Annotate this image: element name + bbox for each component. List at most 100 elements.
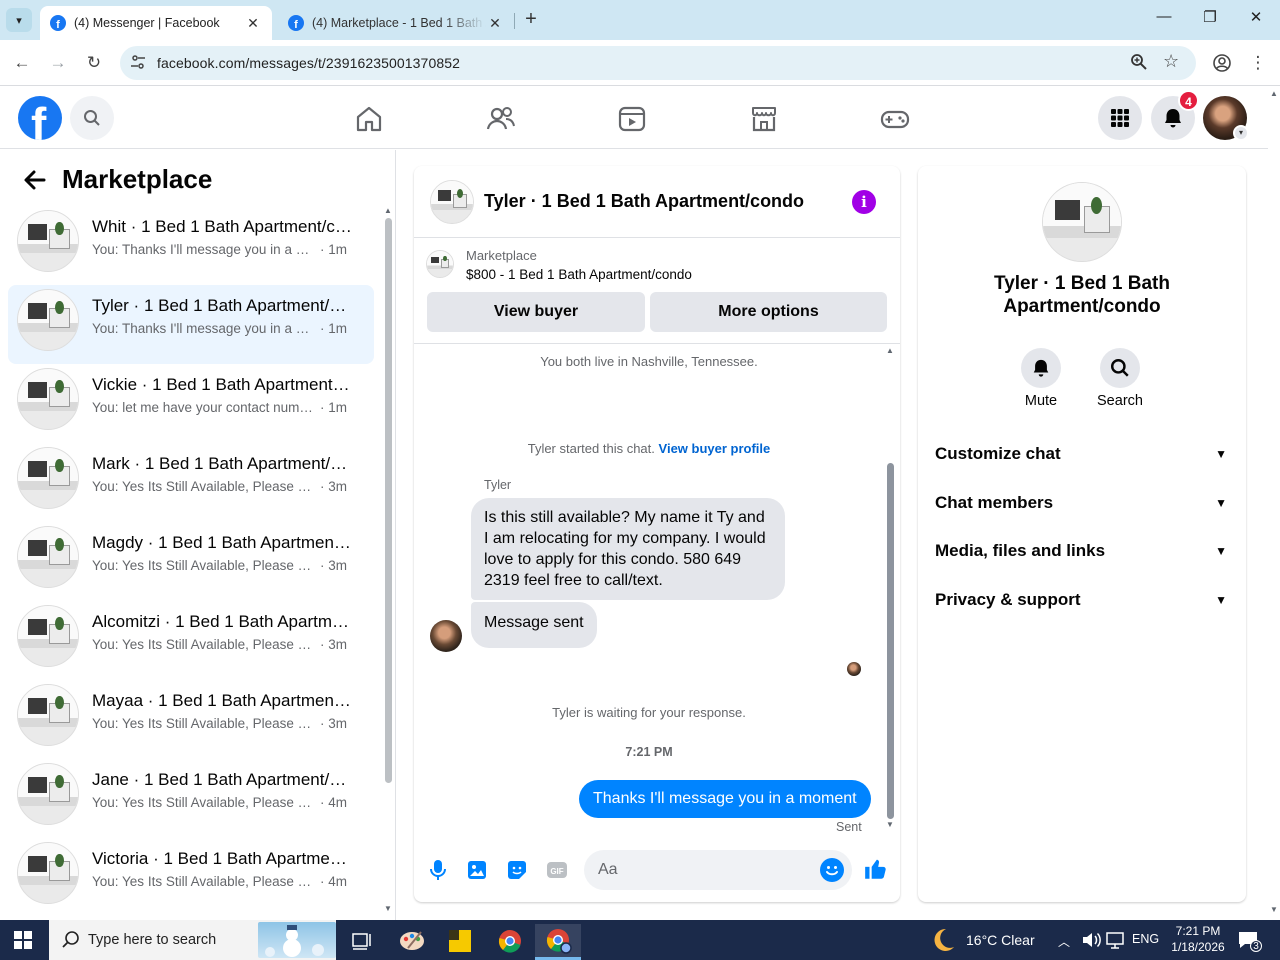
thread-scrollbar-thumb[interactable]	[887, 463, 894, 819]
minimize-icon[interactable]: —	[1152, 8, 1176, 32]
view-buyer-button[interactable]: View buyer	[427, 292, 645, 332]
privacy-support-row[interactable]: Privacy & support ▼	[935, 580, 1231, 620]
site-settings-icon[interactable]	[130, 54, 146, 73]
chat-title[interactable]: Tyler · 1 Bed 1 Bath Apartment/condo	[484, 191, 804, 212]
search-icon[interactable]	[70, 96, 114, 140]
weather-moon-icon[interactable]	[928, 925, 958, 955]
profile-icon[interactable]	[1209, 50, 1235, 76]
conversation-name: Magdy · 1 Bed 1 Bath Apartment/condo	[92, 533, 352, 552]
restore-icon[interactable]: ❐	[1198, 8, 1222, 32]
chat-members-row[interactable]: Chat members ▼	[935, 483, 1231, 523]
conversation-item[interactable]: Mark · 1 Bed 1 Bath Apartment/condo You:…	[8, 443, 374, 522]
conversation-item[interactable]: Magdy · 1 Bed 1 Bath Apartment/condo You…	[8, 522, 374, 601]
scroll-down-icon[interactable]: ▼	[1270, 905, 1278, 914]
info-icon[interactable]: i	[852, 190, 876, 214]
customize-chat-row[interactable]: Customize chat ▼	[935, 434, 1231, 474]
scroll-up-icon[interactable]: ▲	[384, 206, 392, 215]
scroll-up-icon[interactable]: ▲	[1270, 89, 1278, 98]
conversation-item-selected[interactable]: Tyler · 1 Bed 1 Bath Apartment/condo You…	[8, 285, 374, 364]
weather-text[interactable]: 16°C Clear	[966, 932, 1035, 948]
bell-icon[interactable]	[1021, 348, 1061, 388]
conversation-item[interactable]: Mayaa · 1 Bed 1 Bath Apartment/condo You…	[8, 680, 374, 759]
account-caret-icon[interactable]: ▾	[1233, 125, 1249, 141]
tray-overflow-chevron-icon[interactable]: ︿	[1058, 933, 1070, 950]
network-icon[interactable]	[1104, 929, 1126, 951]
clock-date: 1/18/2026	[1171, 940, 1225, 954]
conversation-time: · 3m	[320, 716, 347, 731]
conversation-preview: You: Yes Its Still Available, Please Sen…	[92, 479, 314, 494]
back-icon[interactable]: ←	[9, 50, 35, 76]
search-icon[interactable]	[1100, 348, 1140, 388]
reload-icon[interactable]: ↻	[81, 50, 107, 76]
browser-tab-bar: ▾ f (4) Messenger | Facebook ✕ f (4) Mar…	[0, 0, 1280, 40]
windows-start-icon[interactable]	[14, 931, 32, 949]
chrome-profile-active-window[interactable]	[535, 924, 581, 960]
emoji-icon[interactable]	[820, 858, 844, 882]
conversation-name: Jane · 1 Bed 1 Bath Apartment/condo	[92, 770, 352, 789]
microphone-icon[interactable]	[426, 858, 450, 882]
more-options-button[interactable]: More options	[650, 292, 887, 332]
mute-button[interactable]: Mute	[1011, 348, 1071, 409]
thumbs-up-icon[interactable]	[863, 856, 889, 882]
zoom-icon[interactable]	[1130, 53, 1148, 76]
task-view-icon[interactable]	[342, 926, 380, 956]
marketplace-icon[interactable]	[749, 104, 779, 134]
tab-marketplace[interactable]: f (4) Marketplace - 1 Bed 1 Bath Apartme…	[278, 6, 514, 40]
paint-app-icon[interactable]	[393, 926, 431, 956]
sticker-icon[interactable]	[505, 858, 529, 882]
chat-avatar[interactable]	[430, 180, 474, 224]
back-arrow-icon[interactable]	[22, 167, 48, 193]
chrome-icon[interactable]	[491, 926, 529, 956]
sidebar-scrollbar-thumb[interactable]	[385, 218, 392, 783]
search-highlight-snowman-icon[interactable]	[258, 922, 336, 958]
message-input[interactable]	[598, 858, 808, 882]
menu-grid-icon[interactable]	[1098, 96, 1142, 140]
scroll-down-icon[interactable]: ▼	[384, 904, 392, 913]
tab-messenger[interactable]: f (4) Messenger | Facebook ✕	[40, 6, 272, 40]
gif-icon[interactable]: GIF	[545, 858, 569, 882]
bookmark-star-icon[interactable]: ☆	[1163, 51, 1179, 72]
sidebar-scrollbar[interactable]: ▲ ▼	[383, 206, 393, 916]
media-files-links-row[interactable]: Media, files and links ▼	[935, 531, 1231, 571]
conversation-item[interactable]: Whit · 1 Bed 1 Bath Apartment/condo You:…	[8, 206, 374, 285]
conversation-item[interactable]: Alcomitzi · 1 Bed 1 Bath Apartment/condo…	[8, 601, 374, 680]
incoming-message[interactable]: Is this still available? My name it Ty a…	[471, 498, 785, 600]
gaming-icon[interactable]	[880, 104, 910, 134]
language-indicator[interactable]: ENG	[1132, 932, 1159, 946]
incoming-message[interactable]: Message sent	[471, 602, 597, 648]
photo-icon[interactable]	[465, 858, 489, 882]
outgoing-message[interactable]: Thanks I'll message you in a moment	[579, 780, 871, 818]
facebook-logo-icon[interactable]: f	[18, 96, 62, 140]
omnibox[interactable]: facebook.com/messages/t/2391623500137085…	[120, 46, 1196, 80]
conversation-name: Victoria · 1 Bed 1 Bath Apartment/condo	[92, 849, 352, 868]
message-input-box[interactable]	[584, 850, 852, 890]
volume-icon[interactable]	[1080, 929, 1102, 951]
windows-taskbar: Type here to search 16°C Clear ︿ ENG 7:2…	[0, 920, 1280, 960]
scroll-down-icon[interactable]: ▼	[886, 820, 894, 829]
sticky-notes-icon[interactable]	[441, 926, 479, 956]
browser-menu-icon[interactable]: ⋮	[1245, 50, 1271, 76]
home-icon[interactable]	[354, 104, 384, 134]
view-buyer-profile-link[interactable]: View buyer profile	[659, 441, 771, 456]
info-avatar[interactable]	[1042, 182, 1122, 262]
listing-thumbnail[interactable]	[426, 250, 454, 278]
listing-title[interactable]: $800 - 1 Bed 1 Bath Apartment/condo	[466, 267, 692, 282]
close-tab-icon[interactable]: ✕	[486, 15, 504, 32]
scroll-up-icon[interactable]: ▲	[886, 346, 894, 355]
video-icon[interactable]	[617, 104, 647, 134]
taskbar-clock[interactable]: 7:21 PM 1/18/2026	[1170, 923, 1226, 955]
new-tab-icon[interactable]: +	[520, 8, 542, 32]
search-in-chat-button[interactable]: Search	[1090, 348, 1150, 409]
friends-icon[interactable]	[486, 104, 516, 134]
thread-scrollbar[interactable]: ▲ ▼	[886, 346, 896, 830]
close-window-icon[interactable]: ✕	[1244, 8, 1268, 32]
forward-icon[interactable]: →	[45, 50, 71, 76]
conversation-item[interactable]: Jane · 1 Bed 1 Bath Apartment/condo You:…	[8, 759, 374, 838]
chevron-down-icon: ▼	[1215, 496, 1227, 510]
close-tab-icon[interactable]: ✕	[244, 15, 262, 32]
page-scrollbar[interactable]: ▲ ▼	[1268, 87, 1280, 920]
conversation-item[interactable]: Vickie · 1 Bed 1 Bath Apartment/condo Yo…	[8, 364, 374, 443]
sender-avatar[interactable]	[430, 620, 462, 652]
tab-search-chevron-icon[interactable]: ▾	[6, 8, 32, 32]
conversation-item[interactable]: Victoria · 1 Bed 1 Bath Apartment/condo …	[8, 838, 374, 917]
